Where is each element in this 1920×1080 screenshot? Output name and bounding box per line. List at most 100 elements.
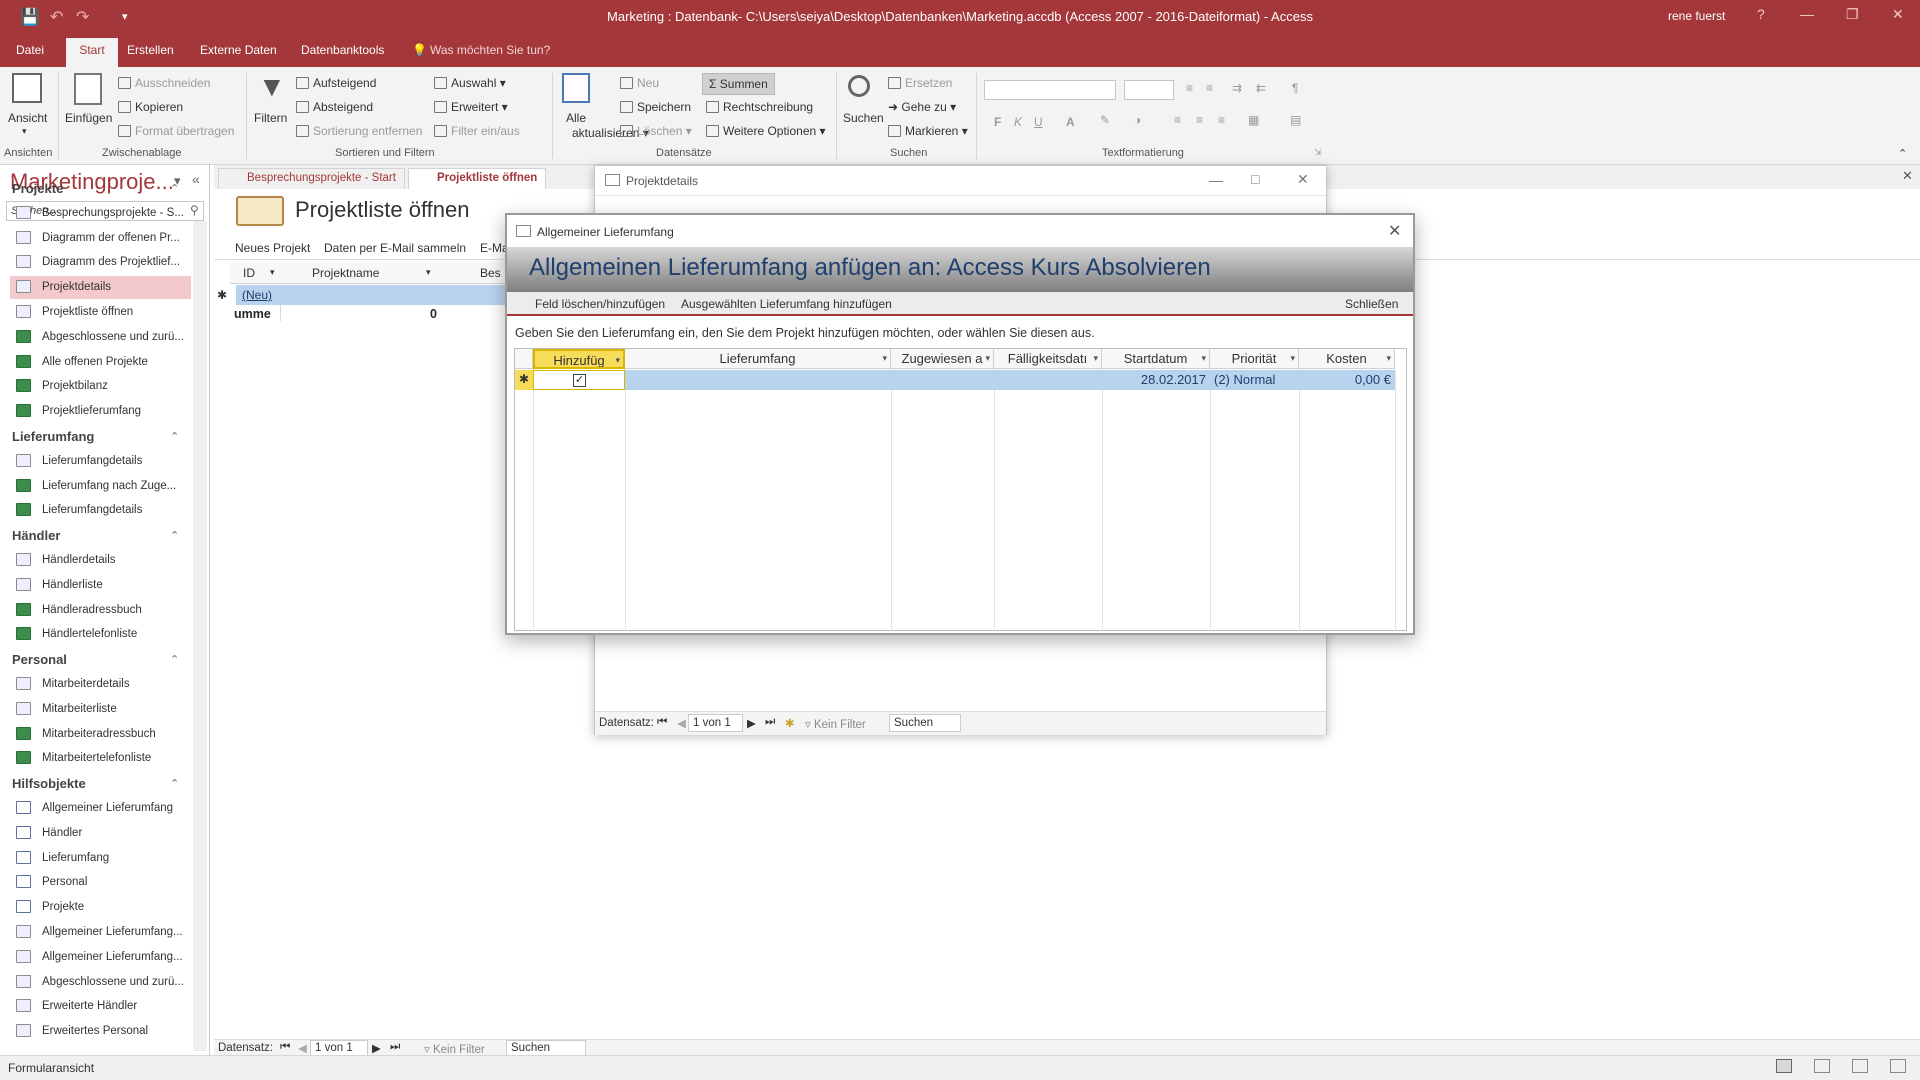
nav-item-form[interactable]: Händlerliste <box>10 574 191 597</box>
nav-item-report[interactable]: Projektbilanz <box>10 375 191 398</box>
filter-button[interactable]: Filtern <box>254 111 287 125</box>
add-selected-deliverable-button[interactable]: Ausgewählten Lieferumfang hinzufügen <box>681 297 892 311</box>
new-row-selector-icon[interactable]: ✱ <box>515 370 533 390</box>
column-projektname-dropdown-icon[interactable]: ▾ <box>426 267 431 278</box>
tab-datenbanktools[interactable]: Datenbanktools <box>301 43 384 57</box>
dialog-launcher-icon[interactable]: ⇲ <box>1314 147 1322 158</box>
column-header-kosten[interactable]: Kosten ▾ <box>1299 349 1395 369</box>
last-record-icon[interactable]: ⏭ <box>390 1041 400 1054</box>
toggle-filter-button[interactable]: Filter ein/aus <box>434 124 520 138</box>
delete-record-button[interactable]: Löschen ▾ <box>620 124 692 138</box>
column-header-id[interactable]: ID <box>243 266 255 280</box>
copy-button[interactable]: Kopieren <box>118 100 183 114</box>
nav-item-form[interactable]: Lieferumfangdetails <box>10 450 191 473</box>
nav-group-header[interactable]: Lieferumfang <box>12 429 94 444</box>
close-dialog-button[interactable]: Schließen <box>1345 297 1398 311</box>
record-position-input[interactable]: 1 von 1 <box>688 714 743 732</box>
nav-item-query[interactable]: Erweitertes Personal <box>10 1020 191 1043</box>
view-button[interactable]: Ansicht <box>8 111 47 125</box>
highlight-icon[interactable]: ✎ <box>1100 113 1110 127</box>
row-selector-header[interactable] <box>515 349 533 369</box>
paste-button[interactable]: Einfügen <box>65 111 112 125</box>
column-dropdown-icon[interactable]: ▾ <box>615 355 620 366</box>
user-name[interactable]: rene fuerst <box>1668 9 1725 23</box>
minimize-icon[interactable]: — <box>1800 6 1814 22</box>
nav-item-form[interactable]: Projektdetails <box>10 276 191 300</box>
column-header-hinzufuegen[interactable]: Hinzufüg ▾ <box>533 349 625 369</box>
nav-item-report[interactable]: Abgeschlossene und zurü... <box>10 326 191 349</box>
restore-icon[interactable]: ❐ <box>1846 6 1859 23</box>
column-header-startdatum[interactable]: Startdatum ▾ <box>1102 349 1210 369</box>
indent-increase-icon[interactable]: ⇉ <box>1232 81 1242 95</box>
nav-item-report[interactable]: Mitarbeiteradressbuch <box>10 723 191 746</box>
nav-item-report[interactable]: Lieferumfangdetails <box>10 499 191 522</box>
first-record-icon[interactable]: ⏮ <box>657 716 667 729</box>
collapse-group-icon[interactable]: ⌃ <box>170 777 179 790</box>
close-icon[interactable]: ✕ <box>1388 221 1401 241</box>
column-id-dropdown-icon[interactable]: ▾ <box>270 267 275 278</box>
help-icon[interactable]: ? <box>1757 6 1765 22</box>
column-dropdown-icon[interactable]: ▾ <box>985 353 990 364</box>
gridlines-icon[interactable]: ▦ <box>1248 113 1259 127</box>
nav-group-header[interactable]: Händler <box>12 528 60 543</box>
nav-item-query[interactable]: Allgemeiner Lieferumfang... <box>10 921 191 944</box>
tab-datei[interactable]: Datei <box>16 43 44 57</box>
minimize-icon[interactable]: — <box>1209 172 1223 188</box>
column-dropdown-icon[interactable]: ▾ <box>1290 353 1295 364</box>
find-icon[interactable] <box>848 75 870 97</box>
refresh-all-line1[interactable]: Alle <box>566 111 586 125</box>
nav-item-form[interactable]: Händlerdetails <box>10 549 191 572</box>
nav-item-report[interactable]: Projektlieferumfang <box>10 400 191 423</box>
nav-scrollbar[interactable] <box>193 221 207 1051</box>
close-document-icon[interactable]: ✕ <box>1902 168 1913 184</box>
datasheet-view-icon[interactable] <box>1814 1059 1830 1073</box>
doc-tab-projektliste[interactable]: Projektliste öffnen <box>408 168 547 189</box>
nav-item-form[interactable]: Diagramm des Projektlief... <box>10 251 191 274</box>
new-record-button[interactable]: Neu <box>620 76 659 90</box>
bold-button[interactable]: F <box>994 115 1001 129</box>
nav-item-table[interactable]: Händler <box>10 822 191 845</box>
tab-externe-daten[interactable]: Externe Daten <box>200 43 277 57</box>
fill-color-icon[interactable]: ◑ <box>1134 113 1141 127</box>
column-header-lieferumfang[interactable]: Lieferumfang ▾ <box>625 349 891 369</box>
numbering-icon[interactable]: ≡ <box>1206 81 1213 95</box>
selection-button[interactable]: Auswahl ▾ <box>434 76 506 90</box>
close-icon[interactable]: ✕ <box>1297 171 1309 188</box>
cut-button[interactable]: Ausschneiden <box>118 76 210 90</box>
font-color-button[interactable]: A <box>1066 115 1075 129</box>
italic-button[interactable]: K <box>1014 115 1022 129</box>
indent-decrease-icon[interactable]: ⇇ <box>1256 81 1266 95</box>
select-button[interactable]: Markieren ▾ <box>888 124 968 138</box>
add-checkbox[interactable]: ✓ <box>573 374 586 387</box>
paste-icon[interactable] <box>74 73 102 105</box>
filter-icon[interactable]: ▼ <box>258 73 286 103</box>
column-header-zugewiesen[interactable]: Zugewiesen a ▾ <box>891 349 994 369</box>
nav-item-report[interactable]: Mitarbeitertelefonliste <box>10 747 191 770</box>
maximize-icon[interactable]: □ <box>1251 171 1259 187</box>
column-header-projektname[interactable]: Projektname <box>312 266 379 280</box>
collapse-group-icon[interactable]: ⌃ <box>170 430 179 443</box>
doc-tab-besprechungsprojekte[interactable]: Besprechungsprojekte - Start <box>218 168 405 189</box>
refresh-icon[interactable] <box>562 73 590 103</box>
nav-item-form[interactable]: Projektliste öffnen <box>10 301 191 324</box>
column-dropdown-icon[interactable]: ▾ <box>1093 353 1098 364</box>
tell-me-box[interactable]: Was möchten Sie tun? <box>430 43 550 57</box>
more-options-button[interactable]: Weitere Optionen ▾ <box>706 124 826 138</box>
column-dropdown-icon[interactable]: ▾ <box>882 353 887 364</box>
collapse-ribbon-icon[interactable]: ⌃ <box>1898 147 1907 160</box>
nav-item-table[interactable]: Personal <box>10 871 191 894</box>
tab-start[interactable]: Start <box>66 38 118 67</box>
column-dropdown-icon[interactable]: ▾ <box>1201 353 1206 364</box>
new-project-link[interactable]: Neues Projekt <box>235 241 310 255</box>
design-view-icon[interactable] <box>1890 1059 1906 1073</box>
column-header-faelligkeitsdatum[interactable]: Fälligkeitsdatı ▾ <box>994 349 1102 369</box>
prioritaet-cell[interactable]: (2) Normal <box>1210 370 1299 390</box>
column-dropdown-icon[interactable]: ▾ <box>1386 353 1391 364</box>
remove-sort-button[interactable]: Sortierung entfernen <box>296 124 422 138</box>
next-record-icon[interactable]: ▶ <box>372 1041 381 1055</box>
collapse-group-icon[interactable]: ⌃ <box>170 182 179 195</box>
nav-item-query[interactable]: Erweiterte Händler <box>10 995 191 1018</box>
nav-item-table[interactable]: Projekte <box>10 896 191 919</box>
font-name-box[interactable] <box>984 80 1116 100</box>
nav-item-form[interactable]: Besprechungsprojekte - S... <box>10 202 191 225</box>
